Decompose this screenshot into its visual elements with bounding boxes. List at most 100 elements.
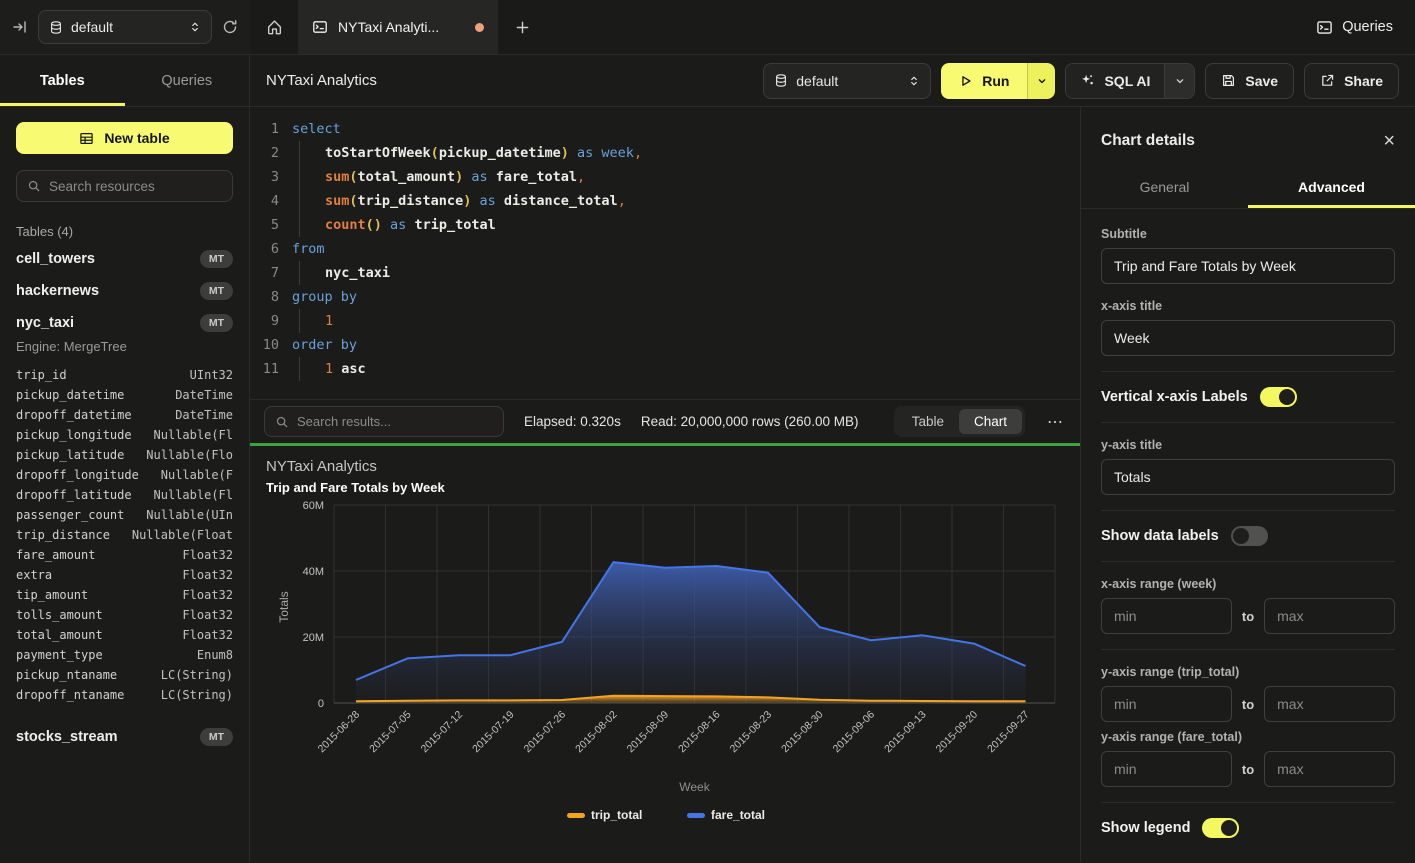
toolbar-database-selector[interactable]: default (763, 63, 931, 99)
svg-text:fare_total: fare_total (711, 808, 765, 822)
code-line[interactable]: sum(trip_distance) as distance_total, (292, 189, 1080, 213)
search-icon (275, 415, 289, 429)
column-row: dropoff_longitudeNullable(F (16, 465, 233, 485)
queries-button[interactable]: Queries (1316, 19, 1393, 36)
editor-gutter: 1234567891011 (250, 117, 292, 399)
topbar-spacer (546, 0, 1316, 54)
sparkles-icon (1080, 73, 1095, 88)
subtitle-label: Subtitle (1101, 227, 1395, 241)
sidebar-tabs: Tables Queries (0, 55, 250, 106)
column-row: extraFloat32 (16, 565, 233, 585)
refresh-icon[interactable] (222, 19, 238, 35)
yrange-trip-max-input[interactable] (1264, 686, 1395, 722)
search-results-input[interactable] (297, 414, 493, 429)
chart-details-panel: Chart details × General Advanced Subtitl… (1080, 107, 1415, 862)
close-icon[interactable]: × (1383, 131, 1395, 151)
data-labels-toggle[interactable] (1231, 526, 1268, 546)
table-item-hackernews[interactable]: hackernewsMT (0, 275, 249, 307)
view-toggle-table[interactable]: Table (897, 409, 959, 434)
column-row: trip_idUInt32 (16, 365, 233, 385)
yrange-trip-min-input[interactable] (1101, 686, 1232, 722)
column-row: trip_distanceNullable(Float (16, 525, 233, 545)
collapse-sidebar-icon[interactable] (12, 19, 28, 35)
tab-nytaxi-analytics[interactable]: NYTaxi Analyti... (298, 0, 498, 54)
vertical-labels-toggle[interactable] (1260, 387, 1297, 407)
code-line[interactable]: group by (292, 285, 1080, 309)
code-line[interactable]: count() as trip_total (292, 213, 1080, 237)
divider (1101, 802, 1395, 803)
tab-advanced[interactable]: Advanced (1248, 167, 1415, 208)
xrange-max-input[interactable] (1264, 598, 1395, 634)
sql-ai-button[interactable]: SQL AI (1066, 64, 1164, 98)
search-resources-input[interactable] (49, 179, 222, 194)
save-button[interactable]: Save (1205, 63, 1294, 99)
to-label: to (1242, 762, 1254, 777)
svg-text:Totals: Totals (277, 591, 291, 622)
svg-text:40M: 40M (303, 566, 324, 578)
table-item-cell_towers[interactable]: cell_towersMT (0, 243, 249, 275)
svg-text:2015-07-05: 2015-07-05 (367, 709, 414, 756)
svg-text:2015-08-16: 2015-08-16 (676, 709, 723, 756)
home-tab-button[interactable] (250, 0, 298, 54)
view-toggle: Table Chart (894, 406, 1025, 437)
xaxis-title-input[interactable] (1101, 320, 1395, 356)
tab-general[interactable]: General (1081, 167, 1248, 208)
svg-text:2015-08-02: 2015-08-02 (573, 709, 620, 756)
code-line[interactable]: 1 asc (292, 357, 1080, 381)
area-chart[interactable]: 020M40M60M2015-06-282015-07-052015-07-12… (266, 495, 1080, 842)
svg-text:2015-08-30: 2015-08-30 (779, 709, 826, 756)
sql-ai-options-button[interactable] (1164, 64, 1194, 98)
new-tab-button[interactable] (498, 0, 546, 54)
code-line[interactable]: from (292, 237, 1080, 261)
database-selector[interactable]: default (38, 10, 212, 44)
code-line[interactable]: select (292, 117, 1080, 141)
run-options-button[interactable] (1027, 63, 1055, 99)
run-button[interactable]: Run (941, 63, 1027, 99)
database-selector-value: default (71, 19, 181, 35)
code-line[interactable]: order by (292, 333, 1080, 357)
database-icon (774, 73, 788, 88)
share-button[interactable]: Share (1304, 63, 1399, 99)
table-item-nyc_taxi[interactable]: nyc_taxiMT (0, 307, 249, 339)
divider (1101, 422, 1395, 423)
top-bar: default NYTaxi Analyti... Queries (0, 0, 1415, 55)
code-line[interactable]: sum(total_amount) as fare_total, (292, 165, 1080, 189)
yaxis-title-label: y-axis title (1101, 438, 1395, 452)
chart-subtitle: Trip and Fare Totals by Week (266, 480, 1080, 495)
code-line[interactable]: nyc_taxi (292, 261, 1080, 285)
second-bar: Tables Queries NYTaxi Analytics default … (0, 55, 1415, 107)
subtitle-input[interactable] (1101, 248, 1395, 284)
yrange-fare-max-input[interactable] (1264, 751, 1395, 787)
play-icon (959, 74, 973, 88)
column-row: pickup_ntanameLC(String) (16, 665, 233, 685)
show-legend-toggle[interactable] (1202, 818, 1239, 838)
sidebar-tab-queries[interactable]: Queries (125, 55, 250, 106)
query-tab-icon (312, 19, 328, 35)
sidebar-tab-tables[interactable]: Tables (0, 55, 125, 106)
chart-title: NYTaxi Analytics (266, 458, 1080, 475)
xrange-min-input[interactable] (1101, 598, 1232, 634)
editor-code[interactable]: selecttoStartOfWeek(pickup_datetime) as … (292, 117, 1080, 399)
column-row: passenger_countNullable(UIn (16, 505, 233, 525)
xrange-label: x-axis range (week) (1101, 577, 1395, 591)
vertical-labels-label: Vertical x-axis Labels (1101, 389, 1248, 405)
yaxis-title-input[interactable] (1101, 459, 1395, 495)
chevron-updown-icon (189, 20, 201, 34)
details-tabs: General Advanced (1081, 167, 1415, 209)
code-line[interactable]: toStartOfWeek(pickup_datetime) as week, (292, 141, 1080, 165)
view-toggle-chart[interactable]: Chart (959, 409, 1022, 434)
xaxis-title-label: x-axis title (1101, 299, 1395, 313)
sql-editor[interactable]: 1234567891011 selecttoStartOfWeek(pickup… (250, 107, 1080, 399)
svg-text:Week: Week (679, 780, 710, 794)
more-options-button[interactable]: ⋯ (1045, 412, 1066, 432)
main-column: 1234567891011 selecttoStartOfWeek(pickup… (250, 107, 1080, 862)
table-item-stocks_stream[interactable]: stocks_streamMT (0, 721, 249, 753)
column-row: total_amountFloat32 (16, 625, 233, 645)
new-table-button[interactable]: New table (16, 122, 233, 154)
yrange-fare-min-input[interactable] (1101, 751, 1232, 787)
save-icon (1221, 73, 1236, 88)
divider (1101, 371, 1395, 372)
queries-icon (1316, 19, 1333, 36)
chevron-updown-icon (908, 74, 920, 88)
code-line[interactable]: 1 (292, 309, 1080, 333)
